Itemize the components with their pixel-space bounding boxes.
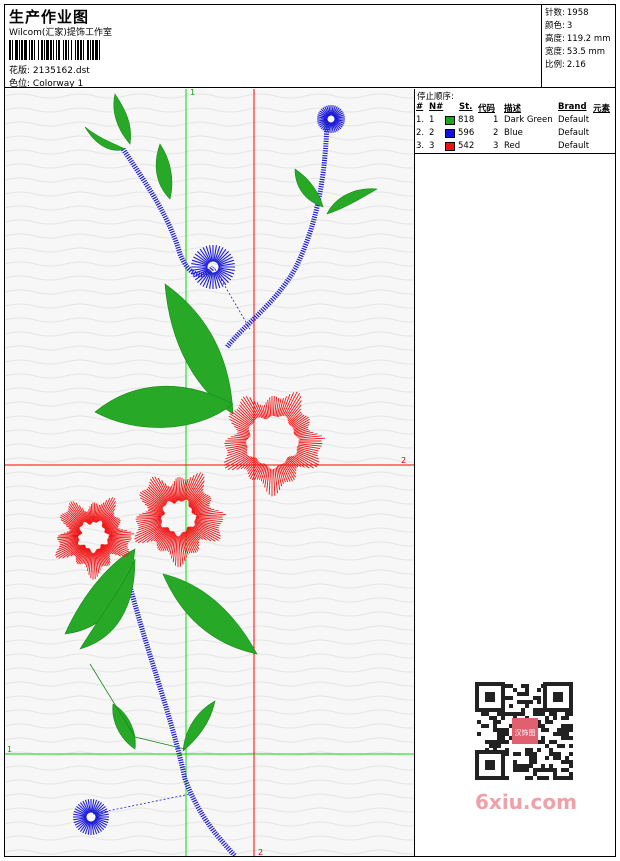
qr-badge-text: 汉饰图	[515, 728, 536, 737]
watermark-logo: 6xiu.com	[475, 790, 577, 814]
colorway-label: 色位:	[9, 79, 31, 89]
color-swatch	[445, 129, 455, 138]
stop-sequence-title: 停止顺序:	[417, 92, 454, 102]
col-header-brand: Brand	[558, 102, 587, 112]
stat-height: 高度: 119.2 mm	[545, 34, 611, 44]
barcode	[9, 40, 145, 60]
col-header-element: 元素	[593, 104, 611, 114]
col-header-code: 代码	[478, 104, 496, 114]
design-info: 花版: 2135162.dst	[9, 63, 90, 76]
colorway-value: Colorway 1	[32, 79, 84, 89]
guide-label-green-top: 1	[190, 89, 195, 97]
panel-divider	[415, 153, 615, 154]
col-header-needle: N#	[429, 102, 444, 112]
guide-label-red-bottom: 2	[258, 848, 263, 856]
color-swatch	[445, 116, 455, 125]
stop-row[interactable]: 3. 3 542 3 Red Default	[415, 140, 615, 153]
stat-scale: 比例: 2.16	[545, 60, 586, 70]
guide-label-green-left: 1	[7, 745, 12, 754]
design-label: 花版:	[9, 66, 31, 76]
stop-row[interactable]: 2. 2 596 2 Blue Default	[415, 127, 615, 140]
stats-box: 针数: 1958 颜色: 3 高度: 119.2 mm 宽度: 53.5 mm 比例: 2…	[541, 4, 616, 88]
color-swatch	[445, 142, 455, 151]
stat-colors: 颜色: 3	[545, 21, 573, 31]
colorway-info: 色位: Colorway 1	[9, 76, 83, 89]
stop-row[interactable]: 1. 1 818 1 Dark Green Default	[415, 114, 615, 127]
stat-width: 宽度: 53.5 mm	[545, 47, 606, 57]
col-header-index: #	[416, 102, 424, 112]
design-canvas[interactable]: 1 1 2 2	[5, 89, 415, 856]
embroidery-preview: 1 1 2 2	[5, 89, 414, 856]
header: 生产作业图 Wilcom(汇家)提饰工作室 花版: 2135162.dst 色位…	[4, 4, 616, 89]
col-header-description: 描述	[504, 104, 522, 114]
company-subtitle: Wilcom(汇家)提饰工作室	[9, 28, 112, 38]
guide-label-red-right: 2	[401, 456, 406, 465]
col-header-stitches: St.	[459, 102, 473, 112]
page-title: 生产作业图	[9, 8, 90, 26]
stat-stitches: 针数: 1958	[545, 8, 589, 18]
qr-code[interactable]: 汉饰图	[470, 682, 580, 782]
design-file: 2135162.dst	[32, 66, 90, 76]
